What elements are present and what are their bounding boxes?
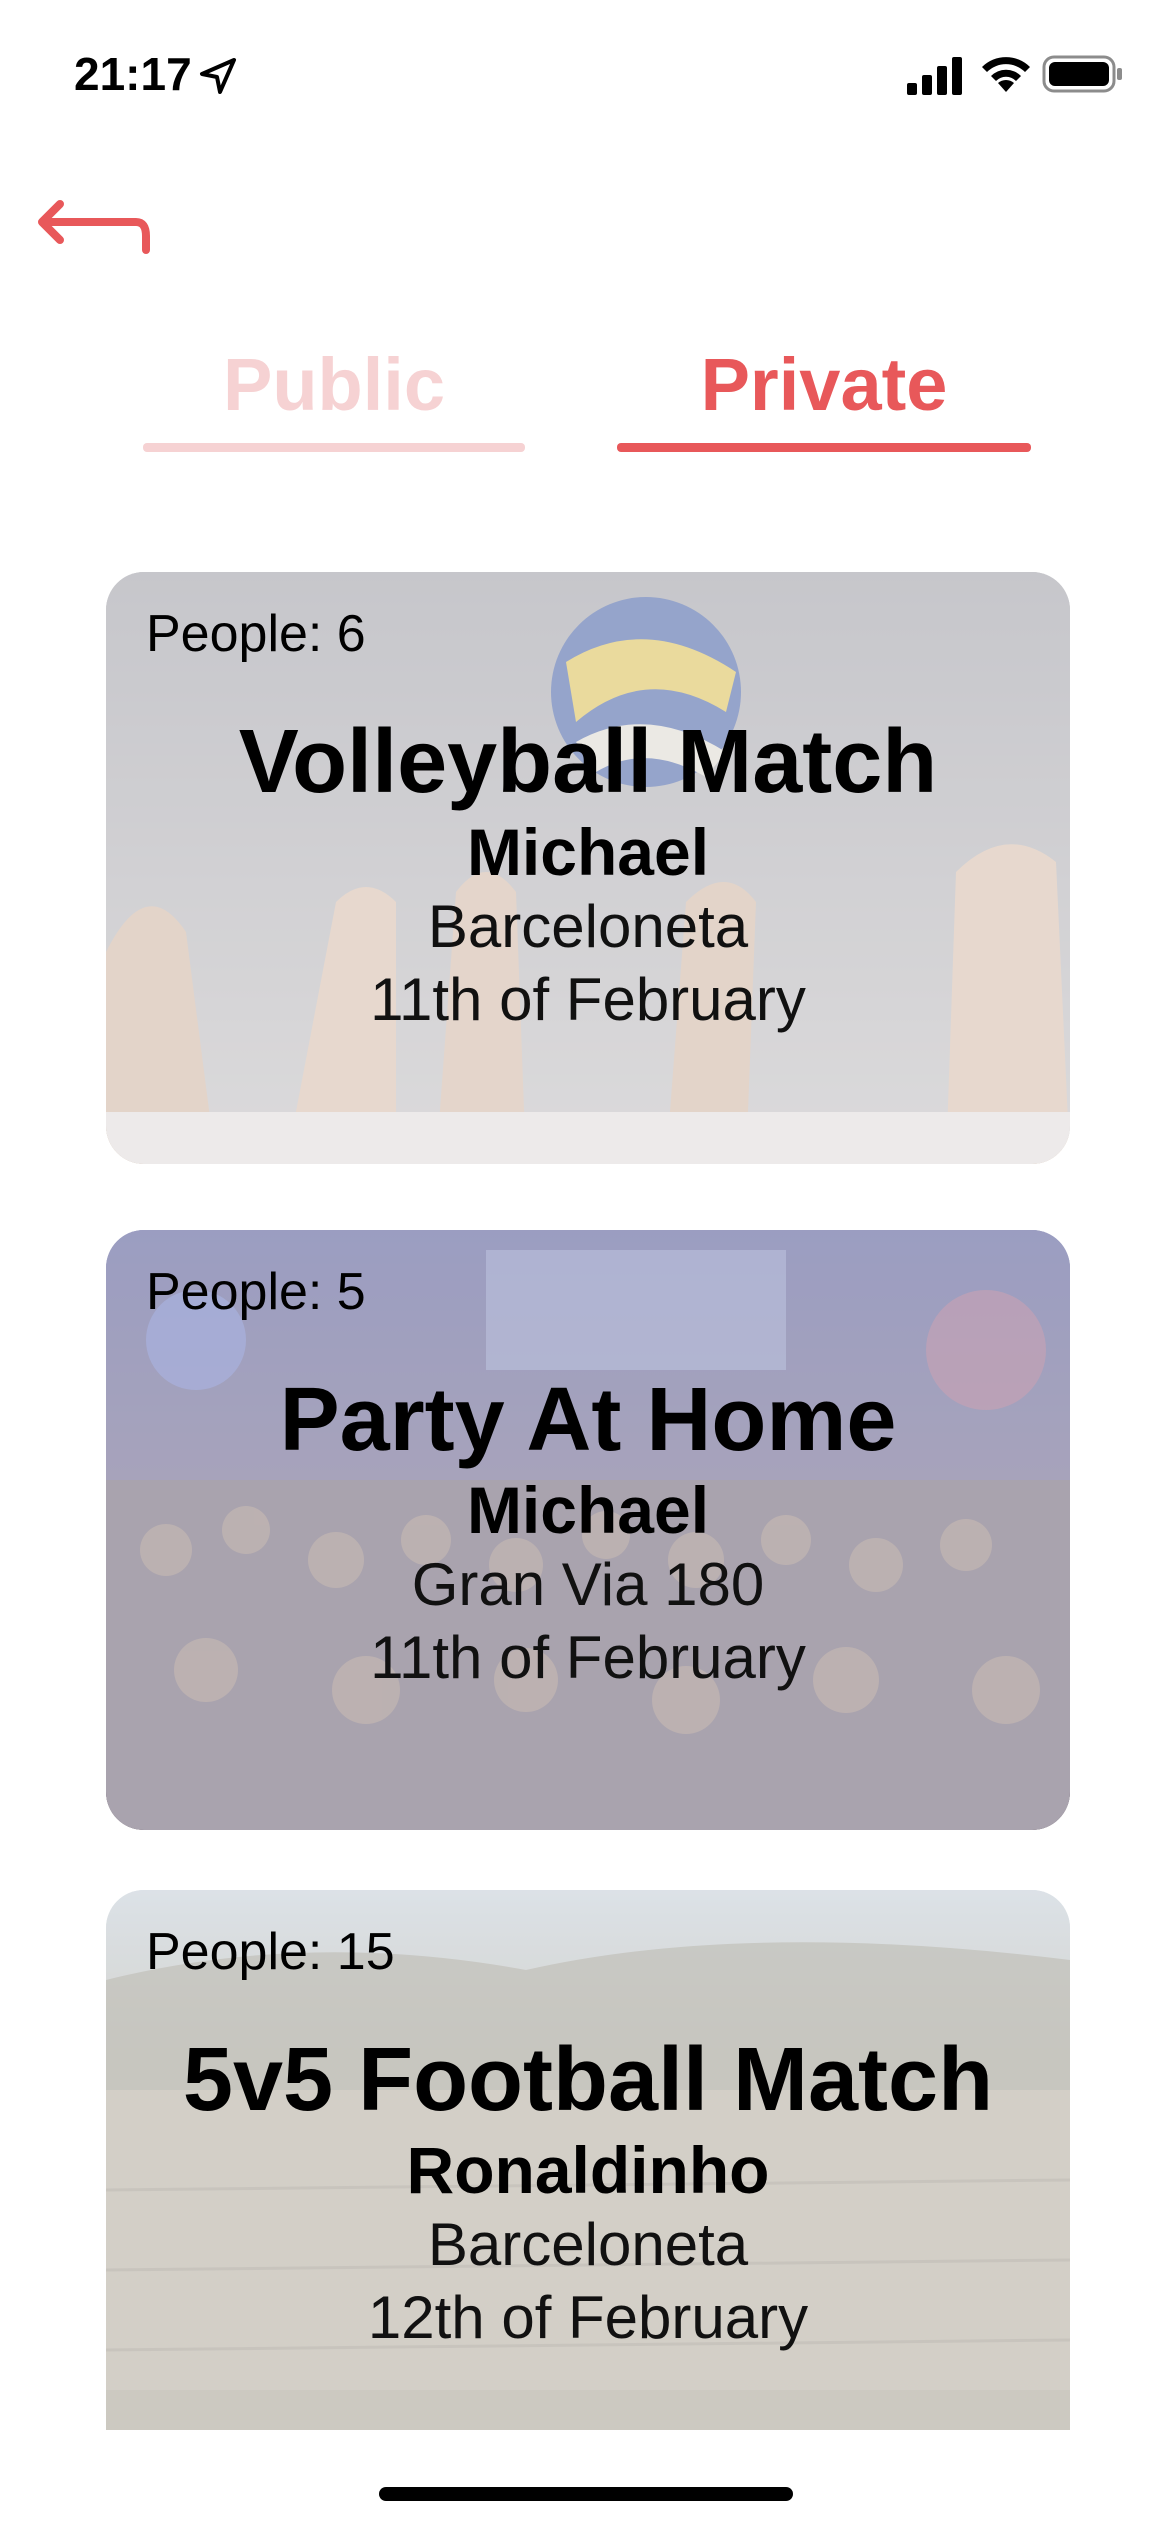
location-arrow-icon — [198, 56, 238, 96]
event-date: 12th of February — [367, 2284, 809, 2351]
cellular-signal-icon — [905, 55, 965, 95]
event-host: Michael — [466, 1473, 710, 1547]
event-card[interactable]: People: 6 Volleyball Match Michael Barce… — [106, 572, 1070, 1164]
tab-private[interactable]: Private — [617, 330, 1031, 460]
tab-public-underline — [143, 443, 525, 452]
event-title: 5v5 Football Match — [182, 2030, 994, 2130]
event-date: 11th of February — [370, 966, 806, 1033]
battery-icon — [1042, 54, 1124, 94]
event-card[interactable]: People: 5 Party At Home Michael Gran Via… — [106, 1230, 1070, 1830]
wifi-icon — [978, 52, 1034, 94]
event-title: Party At Home — [279, 1370, 897, 1470]
tab-private-underline — [617, 443, 1031, 452]
status-bar: 21:17 — [0, 0, 1170, 150]
status-time: 21:17 — [74, 48, 192, 100]
people-count: People: 15 — [146, 1923, 395, 1981]
people-count: People: 6 — [146, 605, 366, 663]
event-title: Volleyball Match — [238, 712, 938, 812]
event-card[interactable]: People: 15 5v5 Football Match Ronaldinho… — [106, 1890, 1070, 2430]
event-host: Ronaldinho — [406, 2133, 770, 2207]
home-indicator[interactable] — [379, 2487, 793, 2501]
event-location: Barceloneta — [427, 893, 749, 960]
back-arrow-icon — [38, 200, 150, 254]
tab-private-label: Private — [700, 343, 948, 426]
tab-public[interactable]: Public — [143, 330, 525, 460]
event-host: Michael — [466, 815, 710, 889]
people-count: People: 5 — [146, 1263, 366, 1321]
event-location: Gran Via 180 — [411, 1551, 765, 1618]
event-location: Barceloneta — [427, 2211, 749, 2278]
tab-public-label: Public — [222, 343, 446, 426]
event-date: 11th of February — [370, 1624, 806, 1691]
back-button[interactable] — [36, 196, 152, 266]
